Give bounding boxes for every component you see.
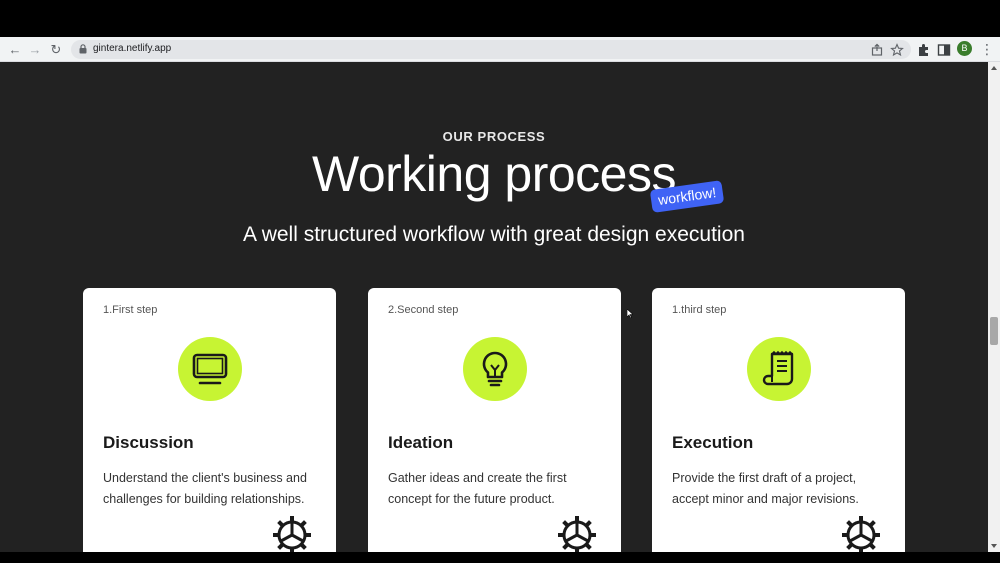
section-title: Working process — [312, 146, 676, 202]
icon-badge — [747, 337, 811, 401]
card-title: Execution — [672, 433, 754, 452]
icon-badge — [463, 337, 527, 401]
browser-toolbar: ← → ↻ gintera.netlify.app B ⋮ — [0, 37, 1000, 62]
url-text: gintera.netlify.app — [93, 43, 172, 54]
card-description: Understand the client's business and cha… — [103, 471, 307, 506]
card-step-label: 2.Second step — [388, 304, 459, 316]
icon-badge — [178, 337, 242, 401]
page-viewport: OUR PROCESS Working process workflow! A … — [0, 62, 988, 552]
address-bar[interactable]: gintera.netlify.app — [71, 40, 911, 59]
card-step-label: 1.First step — [103, 304, 158, 316]
more-menu-icon[interactable]: ⋮ — [980, 42, 994, 58]
scroll-up-arrow-icon[interactable] — [991, 66, 997, 70]
share-icon[interactable] — [870, 43, 884, 57]
extensions-puzzle-icon[interactable] — [916, 42, 932, 58]
process-card-ideation: 2.Second step Ideation Gather ideas and … — [368, 288, 621, 552]
scroll-icon — [762, 350, 794, 386]
lightbulb-icon — [482, 351, 508, 387]
forward-arrow-icon[interactable]: → — [26, 41, 44, 59]
profile-avatar[interactable]: B — [957, 41, 972, 56]
card-title: Ideation — [388, 433, 454, 452]
reload-icon[interactable]: ↻ — [47, 41, 65, 59]
mouse-cursor-icon — [627, 309, 633, 318]
section-subtitle: A well structured workflow with great de… — [243, 223, 745, 246]
card-title: Discussion — [103, 433, 194, 452]
vertical-scrollbar[interactable] — [988, 62, 1000, 552]
section-eyebrow: OUR PROCESS — [442, 129, 546, 144]
gear-icon — [273, 516, 311, 552]
gear-icon — [842, 516, 880, 552]
back-arrow-icon[interactable]: ← — [6, 41, 24, 59]
letterbox-bottom — [0, 552, 1000, 563]
process-card-execution: 1.third step Execution Provide the first… — [652, 288, 905, 552]
process-card-discussion: 1.First step Discussion Understand the c… — [83, 288, 336, 552]
star-icon[interactable] — [890, 43, 904, 57]
card-step-label: 1.third step — [672, 304, 727, 316]
scroll-down-arrow-icon[interactable] — [991, 544, 997, 548]
gear-icon — [558, 516, 596, 552]
card-description: Gather ideas and create the first concep… — [388, 471, 567, 506]
scrollbar-thumb[interactable] — [990, 317, 998, 345]
card-description: Provide the first draft of a project, ac… — [672, 471, 859, 506]
lock-icon — [79, 44, 87, 54]
screen: ← → ↻ gintera.netlify.app B ⋮ OUR PROCES… — [0, 0, 1000, 563]
side-panel-icon[interactable] — [936, 42, 952, 58]
monitor-icon — [192, 353, 228, 385]
